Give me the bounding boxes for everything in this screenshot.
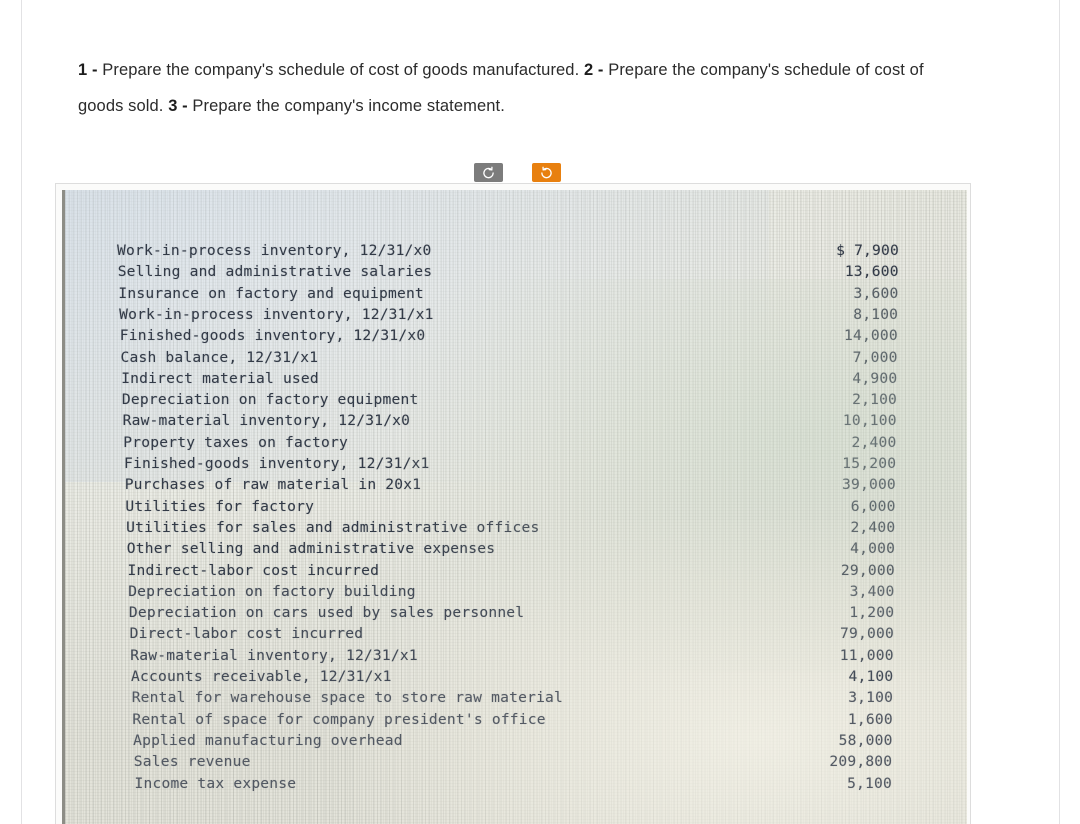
cost-item-amount: 3,100 [848, 689, 894, 707]
prompt-text-3: Prepare the company's income statement. [187, 97, 505, 115]
cost-data-row: Selling and administrative salaries 13,60… [65, 263, 967, 284]
cost-data-row: Indirect material used 4,900 [65, 370, 967, 391]
cost-data-row: Income tax expense 5,100 [65, 775, 967, 796]
cost-data-row: Utilities for factory 6,000 [65, 498, 967, 519]
cost-item-label: Purchases of raw material in 20x1 [124, 476, 422, 494]
cost-data-row: Finished-goods inventory, 12/31/x1 15,200 [65, 455, 967, 476]
cost-item-amount: 29,000 [840, 561, 895, 579]
cost-item-label: Direct-labor cost incurred [129, 625, 364, 643]
cost-item-label: Rental of space for company president's … [132, 710, 546, 728]
cost-data-row: Finished-goods inventory, 12/31/x0 14,000 [65, 327, 967, 348]
cost-data-row: Raw-material inventory, 12/31/x1 11,000 [65, 647, 967, 668]
cost-item-label: Depreciation on factory equipment [121, 391, 419, 409]
cost-item-amount: 1,200 [849, 604, 895, 622]
page-left-rule [21, 0, 22, 824]
cost-item-amount: 4,900 [852, 369, 898, 387]
cost-item-amount: 4,000 [850, 540, 896, 558]
cost-item-label: Accounts receivable, 12/31/x1 [131, 668, 392, 685]
cost-item-label: Raw-material inventory, 12/31/x1 [130, 646, 418, 664]
cost-data-row: Rental for warehouse space to store raw … [65, 689, 967, 710]
cost-item-amount: 13,600 [844, 263, 899, 281]
cost-item-amount: 11,000 [839, 646, 894, 664]
cost-item-amount: 8,100 [853, 305, 899, 323]
cost-item-amount: 1,600 [847, 710, 893, 728]
rotate-right-button[interactable] [532, 163, 561, 182]
cost-item-amount: $ 7,900 [836, 242, 899, 259]
cost-data-row: Depreciation on cars used by sales perso… [65, 604, 967, 625]
cost-data-row: Accounts receivable, 12/31/x1 4,100 [65, 668, 967, 689]
prompt-number-3: 3 - [168, 97, 188, 115]
cost-item-label: Income tax expense [134, 774, 297, 792]
page-right-rule [1059, 0, 1060, 824]
cost-item-label: Selling and administrative salaries [117, 263, 433, 281]
cost-item-amount: 7,000 [852, 348, 898, 366]
image-rotate-toolbar [474, 163, 561, 182]
cost-item-amount: 4,100 [848, 668, 894, 685]
cost-data-row: Work-in-process inventory, 12/31/x0 $ 7,9… [65, 242, 967, 263]
cost-data-row: Depreciation on factory building 3,400 [65, 583, 967, 604]
cost-item-amount: 5,100 [847, 774, 892, 792]
cost-item-amount: 39,000 [842, 476, 896, 494]
cost-item-label: Depreciation on factory building [128, 582, 416, 600]
cost-data-row: Rental of space for company president's … [65, 711, 967, 732]
cost-item-label: Insurance on factory and equipment [118, 284, 424, 302]
cost-item-amount: 14,000 [843, 327, 898, 345]
page-root: 1 - Prepare the company's schedule of co… [0, 0, 1080, 824]
cost-data-row: Depreciation on factory equipment 2,100 [65, 391, 967, 412]
rotate-clockwise-icon [540, 166, 553, 179]
cost-item-label: Other selling and administrative expense… [126, 540, 496, 558]
cost-item-label: Applied manufacturing overhead [133, 731, 403, 749]
cost-data-list: Work-in-process inventory, 12/31/x0 $ 7,9… [65, 190, 967, 824]
cost-item-amount: 79,000 [840, 625, 894, 643]
cost-item-amount: 10,100 [842, 412, 897, 430]
cost-item-label: Depreciation on cars used by sales perso… [128, 604, 525, 622]
prompt-text-1: Prepare the company's schedule of cost o… [97, 61, 584, 79]
cost-item-label: Rental for warehouse space to store raw … [131, 689, 564, 707]
cost-data-row: Property taxes on factory 2,400 [65, 434, 967, 455]
cost-data-row: Raw-material inventory, 12/31/x0 10,100 [65, 412, 967, 433]
cost-item-amount: 2,400 [851, 433, 897, 451]
cost-item-label: Indirect material used [121, 369, 319, 387]
cost-item-label: Cash balance, 12/31/x1 [120, 348, 319, 366]
cost-item-label: Raw-material inventory, 12/31/x0 [122, 412, 411, 430]
cost-item-amount: 15,200 [842, 455, 897, 472]
scanned-cost-data-photo: Work-in-process inventory, 12/31/x0 $ 7,9… [62, 190, 967, 824]
cost-data-row: Other selling and administrative expense… [65, 540, 967, 561]
rotate-counterclockwise-icon [482, 166, 495, 179]
question-prompt: 1 - Prepare the company's schedule of co… [78, 52, 948, 124]
cost-item-amount: 3,400 [849, 582, 895, 600]
cost-item-amount: 6,000 [850, 497, 896, 515]
cost-data-row: Insurance on factory and equipment 3,600 [65, 285, 967, 306]
cost-item-amount: 2,400 [850, 518, 896, 536]
cost-data-row: Cash balance, 12/31/x1 7,000 [65, 349, 967, 370]
cost-item-label: Indirect-labor cost incurred [127, 561, 380, 579]
prompt-number-1: 1 - [78, 61, 98, 79]
cost-data-row: Sales revenue 209,800 [65, 753, 967, 774]
cost-data-row: Applied manufacturing overhead 58,000 [65, 732, 967, 753]
cost-item-label: Work-in-process inventory, 12/31/x1 [119, 305, 434, 323]
cost-item-label: Finished-goods inventory, 12/31/x1 [124, 455, 430, 472]
prompt-number-2: 2 - [583, 61, 604, 79]
cost-item-amount: 58,000 [838, 731, 893, 749]
cost-item-amount: 3,600 [853, 284, 899, 302]
cost-item-label: Finished-goods inventory, 12/31/x0 [119, 327, 426, 345]
cost-item-amount: 2,100 [852, 391, 898, 409]
attached-image-panel[interactable]: Work-in-process inventory, 12/31/x0 $ 7,9… [55, 183, 971, 824]
cost-data-row: Purchases of raw material in 20x1 39,000 [65, 476, 967, 497]
cost-data-row: Utilities for sales and administrative o… [65, 519, 967, 540]
cost-item-label: Utilities for sales and administrative o… [126, 518, 540, 536]
rotate-left-button[interactable] [474, 163, 503, 182]
cost-data-row: Indirect-labor cost incurred 29,000 [65, 562, 967, 583]
cost-item-label: Utilities for factory [125, 497, 315, 515]
cost-data-row: Work-in-process inventory, 12/31/x1 8,100 [65, 306, 967, 327]
cost-item-label: Work-in-process inventory, 12/31/x0 [117, 242, 432, 259]
cost-data-row: Direct-labor cost incurred 79,000 [65, 625, 967, 646]
cost-item-label: Sales revenue [133, 753, 251, 771]
cost-item-label: Property taxes on factory [123, 433, 348, 451]
cost-item-amount: 209,800 [829, 753, 893, 771]
